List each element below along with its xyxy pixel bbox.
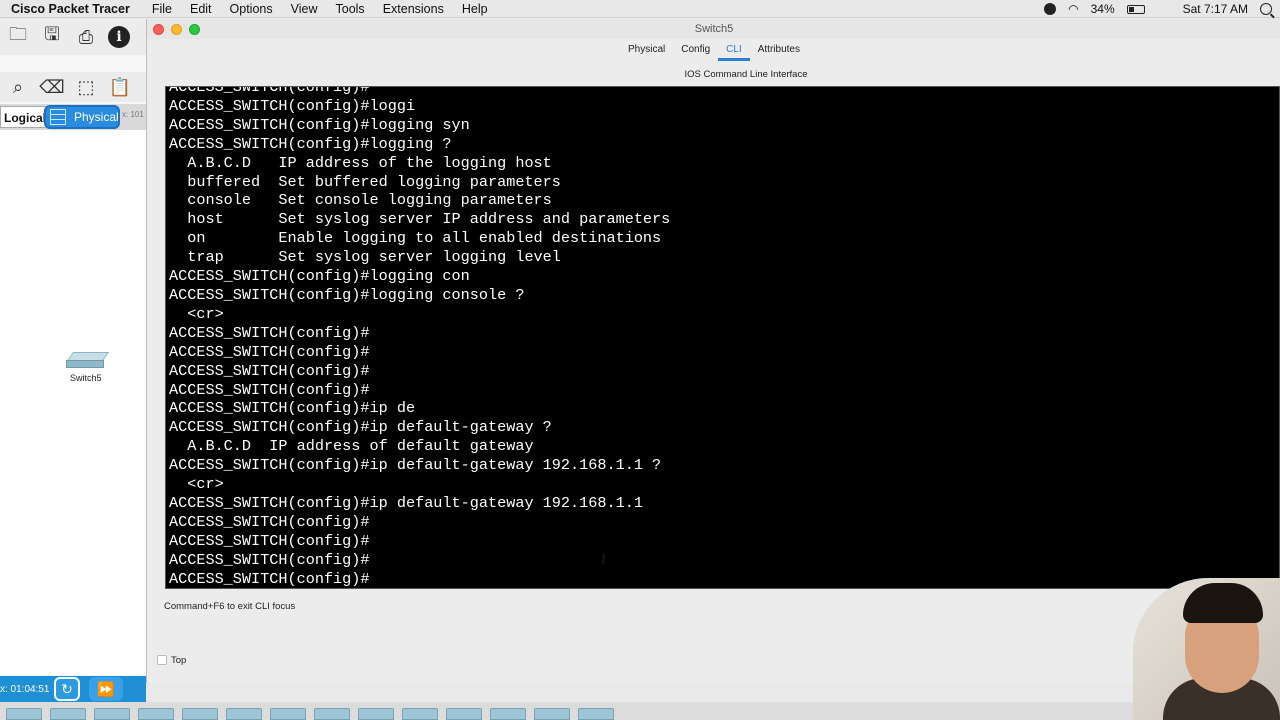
grid-icon [50,109,66,125]
device-label: Switch5 [70,373,102,383]
cli-header: IOS Command Line Interface [684,69,808,80]
device-type-icon[interactable] [270,708,306,720]
device-type-icon[interactable] [50,708,86,720]
device-type-icon[interactable] [534,708,570,720]
power-cycle-icon[interactable]: ↻ [54,677,80,701]
info-icon[interactable]: i [108,26,130,48]
save-icon[interactable]: 🖫 [40,24,64,48]
menu-file[interactable]: File [152,2,172,16]
minimize-window-button[interactable] [171,24,182,35]
menu-bar: Cisco Packet Tracer File Edit Options Vi… [0,0,1280,18]
menu-extensions[interactable]: Extensions [383,2,444,16]
cli-terminal[interactable]: ACCESS_SWITCH(config)# ACCESS_SWITCH(con… [165,86,1280,589]
search-icon[interactable]: ⌕ [6,76,30,98]
print-icon[interactable]: ⎙ [74,26,98,48]
maximize-window-button[interactable] [189,24,200,35]
device-type-icon[interactable] [578,708,614,720]
menu-help[interactable]: Help [462,2,488,16]
spotlight-search-icon[interactable] [1260,3,1272,15]
secondary-toolbar: ⌕ ⌫ ⬚ 📋 [0,72,146,102]
menu-edit[interactable]: Edit [190,2,212,16]
battery-percent: 34% [1090,2,1115,16]
fast-forward-icon[interactable]: ⏩ [89,677,123,701]
device-toolbar [0,702,1280,720]
device-type-icon[interactable] [490,708,526,720]
note-icon[interactable]: 📋 [108,76,132,98]
device-type-icon[interactable] [314,708,350,720]
device-type-icon[interactable] [94,708,130,720]
battery-icon[interactable] [1126,4,1145,14]
menu-view[interactable]: View [291,2,318,16]
select-region-icon[interactable]: ⬚ [74,76,98,98]
sim-time: x: 01:04:51 [0,684,50,695]
physical-mode-tab[interactable]: Physical [44,105,120,129]
tab-physical[interactable]: Physical [620,41,673,61]
device-type-icon[interactable] [182,708,218,720]
delete-icon[interactable]: ⌫ [39,76,64,98]
device-type-icon[interactable] [138,708,174,720]
device-type-icon[interactable] [402,708,438,720]
main-toolbar: 🗀 🖫 ⎙ i [0,19,146,55]
device-type-icon[interactable] [358,708,394,720]
device-type-icon[interactable] [226,708,262,720]
physical-mode-label: Physical [74,110,119,124]
open-folder-icon[interactable]: 🗀 [6,24,30,48]
terminal-output: ACCESS_SWITCH(config)# ACCESS_SWITCH(con… [169,86,671,588]
menu-options[interactable]: Options [230,2,273,16]
window-title: Switch5 [147,19,1280,39]
tab-attributes[interactable]: Attributes [750,41,808,61]
coordinate-readout: x: 101 [122,110,144,119]
logical-mode-tab[interactable]: Logical [0,106,51,128]
device-tabs: Physical Config CLI Attributes [147,41,1280,61]
topology-canvas[interactable] [0,130,146,675]
device-type-icon[interactable] [6,708,42,720]
text-cursor-icon: I [601,552,607,568]
app-menu[interactable]: Cisco Packet Tracer [11,2,130,16]
webcam-overlay [1133,578,1280,720]
app-status-icon[interactable] [1044,3,1057,15]
status-area: ◠ 34% Sat 7:17 AM [1044,0,1272,18]
menu-tools[interactable]: Tools [336,2,365,16]
tab-config[interactable]: Config [673,41,718,61]
switch-device-icon[interactable] [66,352,110,370]
top-checkbox-label: Top [171,655,187,666]
tab-cli[interactable]: CLI [718,41,750,61]
menubar-clock[interactable]: Sat 7:17 AM [1183,2,1248,16]
exit-cli-hint: Command+F6 to exit CLI focus [164,601,296,612]
wifi-icon[interactable]: ◠ [1068,2,1078,16]
top-checkbox[interactable] [157,655,167,665]
close-window-button[interactable] [153,24,164,35]
device-type-icon[interactable] [446,708,482,720]
